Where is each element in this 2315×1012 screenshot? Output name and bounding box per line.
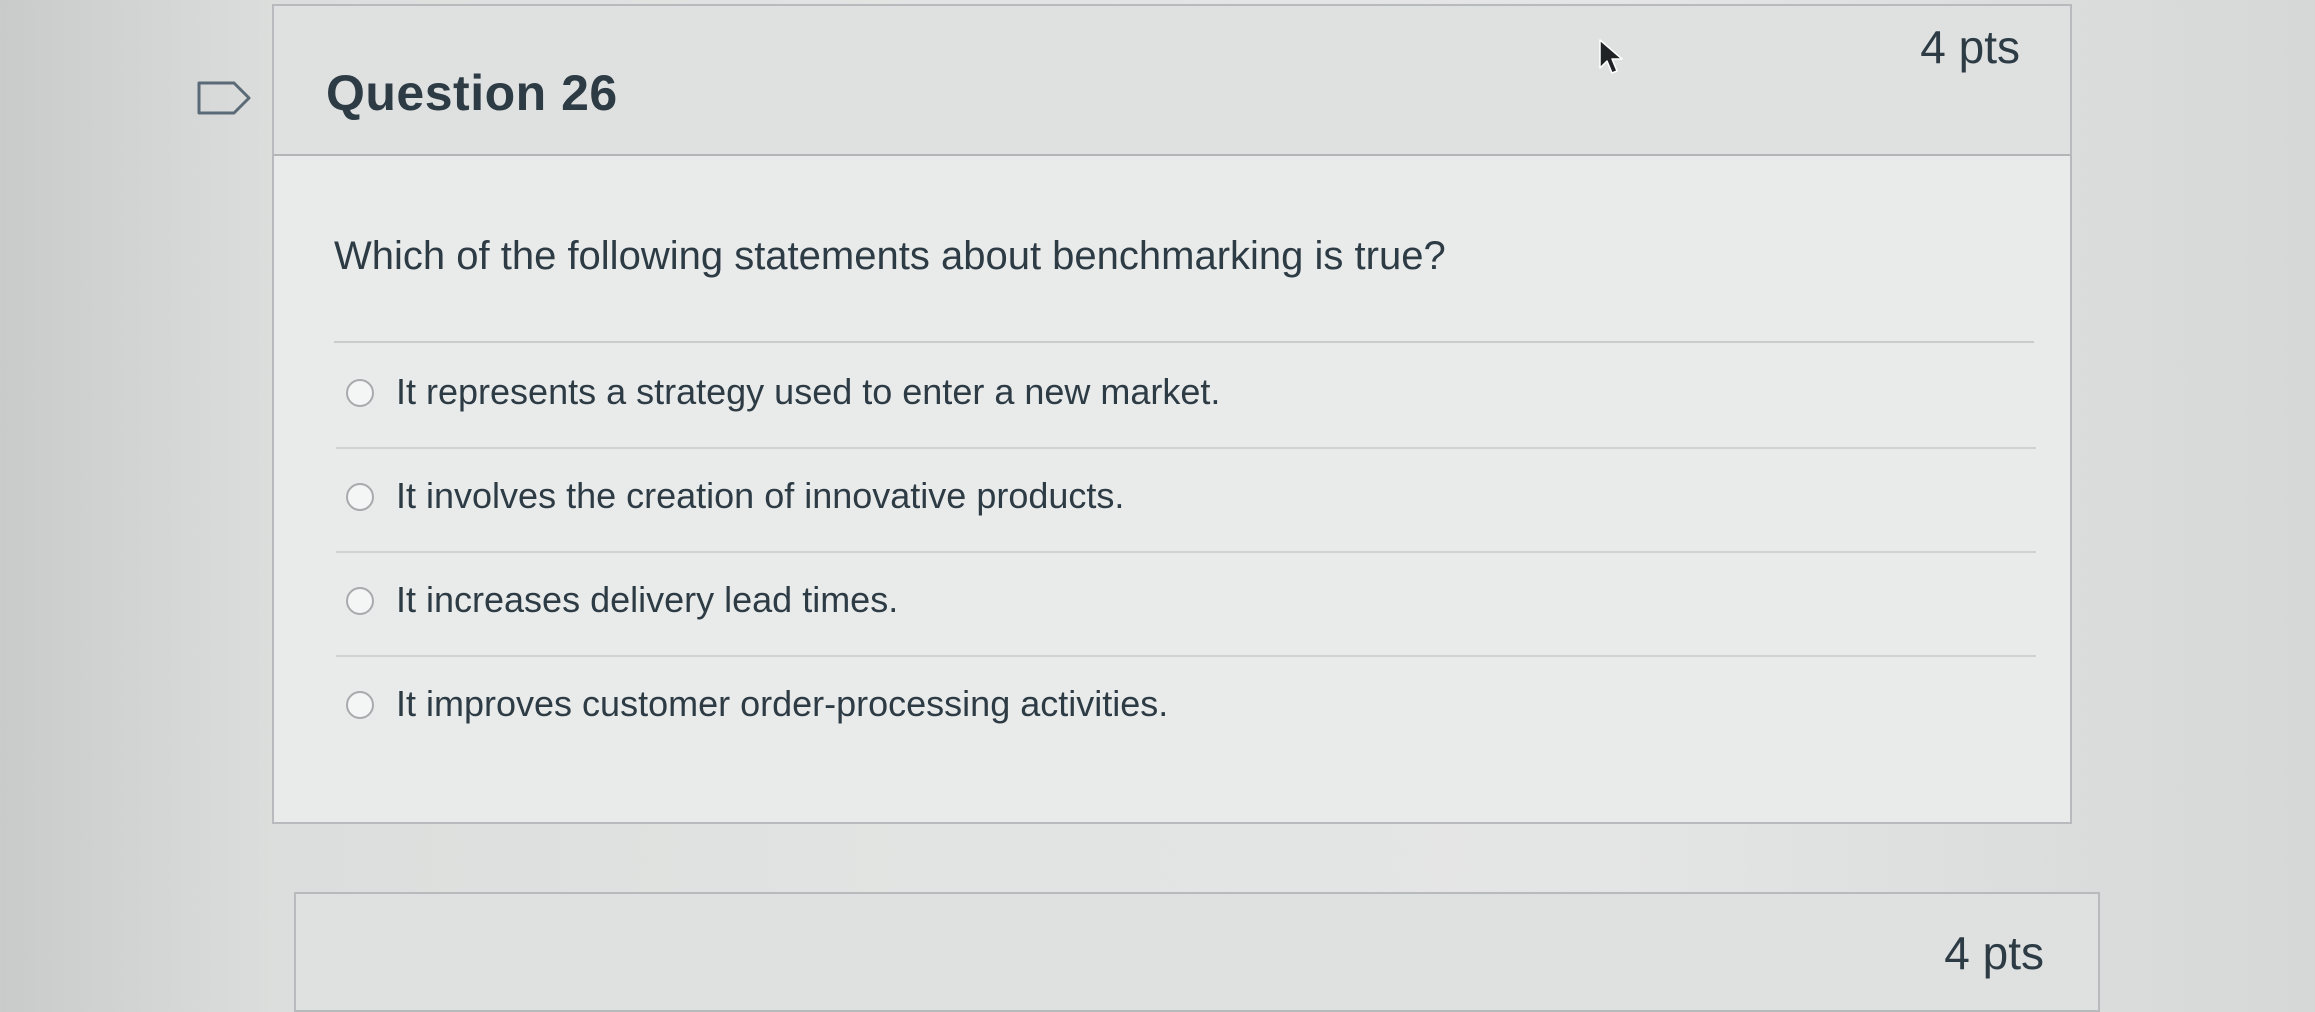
answer-label: It represents a strategy used to enter a… <box>396 371 1221 412</box>
answer-option[interactable]: It involves the creation of innovative p… <box>336 447 2036 553</box>
radio-button[interactable] <box>346 379 374 407</box>
question-card: Question 26 4 pts Which of the following… <box>272 4 2072 824</box>
mouse-pointer-icon <box>1599 39 1623 74</box>
question-title: Question 26 <box>326 65 618 121</box>
next-question-card: 4 pts <box>294 892 2100 1012</box>
radio-button[interactable] <box>346 587 374 615</box>
question-text: Which of the following statements about … <box>334 234 1446 278</box>
question-body: Which of the following statements about … <box>274 156 2070 822</box>
answer-option[interactable]: It increases delivery lead times. <box>336 551 2036 657</box>
question-points: 4 pts <box>1920 21 2020 73</box>
flag-question-icon[interactable] <box>196 80 252 116</box>
answer-label: It involves the creation of innovative p… <box>396 475 1125 516</box>
answer-option[interactable]: It improves customer order-processing ac… <box>336 655 2036 759</box>
radio-button[interactable] <box>346 483 374 511</box>
answer-label: It increases delivery lead times. <box>396 579 899 620</box>
question-header: Question 26 4 pts <box>274 6 2070 156</box>
answer-label: It improves customer order-processing ac… <box>396 683 1169 724</box>
radio-button[interactable] <box>346 691 374 719</box>
next-question-points: 4 pts <box>1944 927 2044 979</box>
answer-option[interactable]: It represents a strategy used to enter a… <box>336 343 2036 449</box>
